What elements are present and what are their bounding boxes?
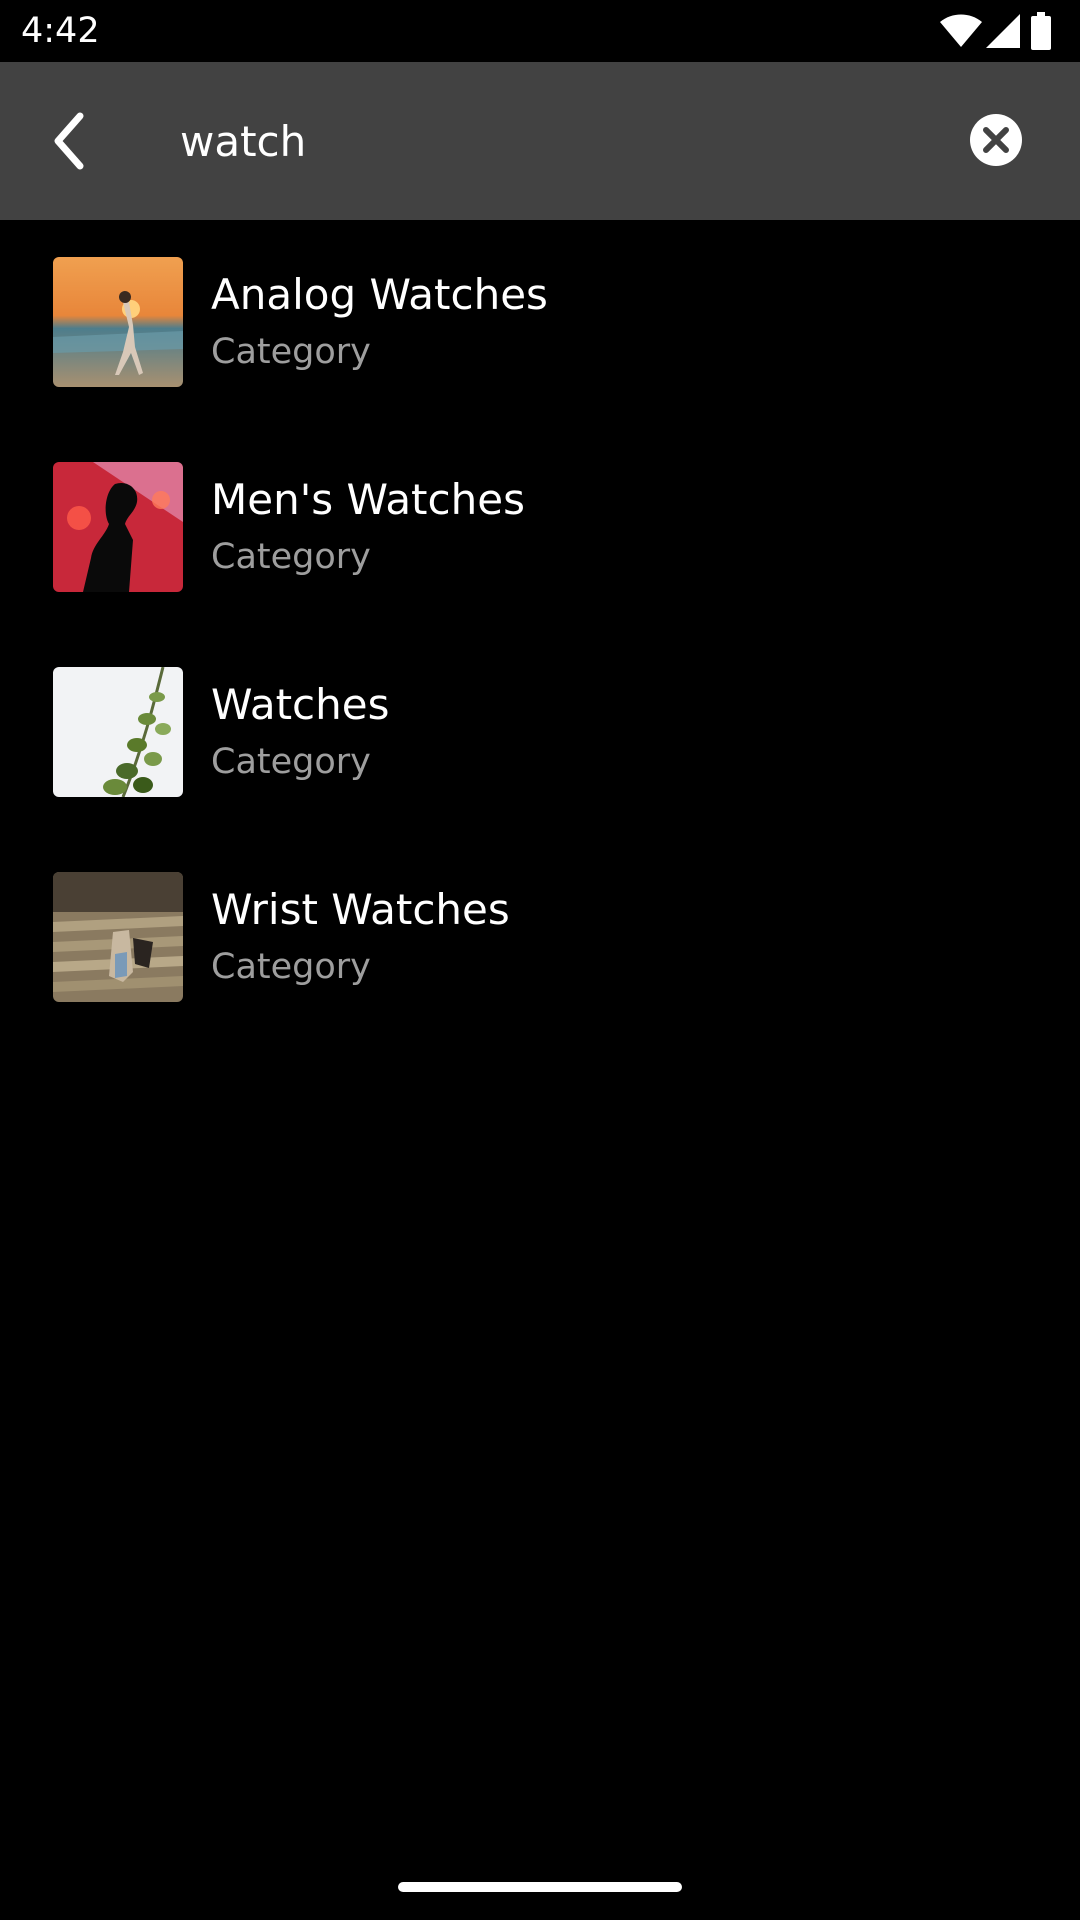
status-time: 4:42 xyxy=(21,11,100,51)
list-item[interactable]: Watches Category xyxy=(0,630,1080,835)
item-subtitle: Category xyxy=(211,742,371,782)
cellular-signal-icon xyxy=(986,14,1020,48)
home-indicator[interactable] xyxy=(398,1882,682,1892)
wifi-icon xyxy=(940,14,982,47)
clear-button[interactable] xyxy=(966,110,1026,170)
search-bar xyxy=(0,62,1080,220)
item-title: Watches xyxy=(211,680,390,729)
list-item[interactable]: Men's Watches Category xyxy=(0,425,1080,630)
concert-silhouette-thumbnail xyxy=(53,462,183,592)
status-icons xyxy=(880,0,1080,62)
item-title: Analog Watches xyxy=(211,270,548,319)
search-input[interactable] xyxy=(180,106,920,176)
status-bar: 4:42 xyxy=(0,0,1080,62)
stairs-thumbnail xyxy=(53,872,183,1002)
beach-sunset-thumbnail xyxy=(53,257,183,387)
list-item[interactable]: Analog Watches Category xyxy=(0,220,1080,425)
item-subtitle: Category xyxy=(211,332,371,372)
back-arrow-icon xyxy=(54,112,84,170)
item-subtitle: Category xyxy=(211,537,371,577)
back-button[interactable] xyxy=(30,96,120,186)
item-title: Men's Watches xyxy=(211,475,525,524)
battery-icon xyxy=(1031,12,1051,50)
clear-icon xyxy=(970,114,1022,166)
list-item[interactable]: Wrist Watches Category xyxy=(0,835,1080,1040)
item-title: Wrist Watches xyxy=(211,885,510,934)
plant-thumbnail xyxy=(53,667,183,797)
item-subtitle: Category xyxy=(211,947,371,987)
search-results-list: Analog Watches Category Men's Watches Ca… xyxy=(0,220,1080,1040)
